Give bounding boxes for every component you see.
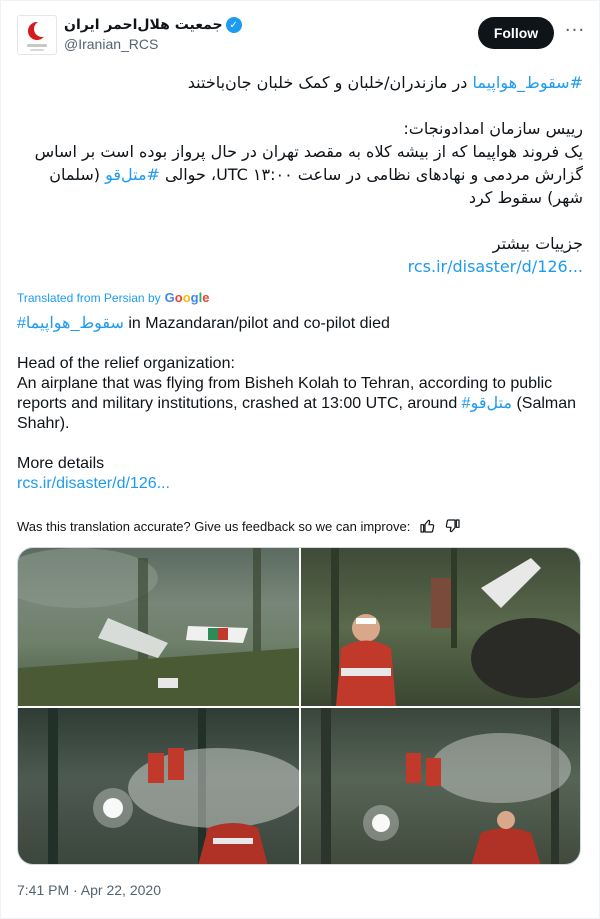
photo-rescuers-flashlight[interactable] <box>301 708 580 864</box>
en-more-details: More details <box>17 455 105 472</box>
media-grid <box>17 547 581 865</box>
thumbs-down-icon[interactable] <box>444 517 462 535</box>
fa-more-details: جزییات بیشتر <box>492 234 583 253</box>
author-handle[interactable]: @Iranian_RCS <box>64 36 242 52</box>
author-names: جمعیت هلال‌احمر ایران ✓ @Iranian_RCS <box>64 15 242 52</box>
hashtag-link[interactable]: #متل‌قو <box>105 165 160 184</box>
display-name-text[interactable]: جمعیت هلال‌احمر ایران <box>64 17 223 33</box>
follow-button[interactable]: Follow <box>478 17 554 49</box>
tweet-card: جمعیت هلال‌احمر ایران ✓ @Iranian_RCS Fol… <box>0 0 600 919</box>
translation-feedback: Was this translation accurate? Give us f… <box>17 517 462 535</box>
author-display-name[interactable]: جمعیت هلال‌احمر ایران ✓ <box>64 15 242 35</box>
details-link[interactable]: rcs.ir/disaster/d/126... <box>408 257 583 276</box>
hashtag-link[interactable]: #سقوط_هواپیما <box>472 73 583 92</box>
tweet-text-persian: #سقوط_هواپیما در مازندران/خلبان و کمک خل… <box>15 71 583 278</box>
details-link[interactable]: rcs.ir/disaster/d/126... <box>17 475 170 492</box>
feedback-question: Was this translation accurate? Give us f… <box>17 518 411 534</box>
thumbs-up-icon[interactable] <box>418 517 436 535</box>
photo-plane-wreck[interactable] <box>18 548 299 706</box>
photo-rescuers-smoke[interactable] <box>18 708 299 864</box>
verified-badge-icon[interactable]: ✓ <box>225 17 242 33</box>
tweet-timestamp[interactable]: 7:41 PM · Apr 22, 2020 <box>17 882 161 898</box>
en-paragraph: An airplane that was flying from Bisheh … <box>17 375 577 432</box>
fa-line-1: #سقوط_هواپیما در مازندران/خلبان و کمک خل… <box>187 73 583 92</box>
fa-paragraph: یک فروند هواپیما که از بیشه کلاه به مقصد… <box>34 142 583 207</box>
hashtag-link[interactable]: #متل‌قو <box>462 395 512 412</box>
more-options-icon[interactable]: ··· <box>563 21 587 45</box>
fa-paragraph-head: رییس سازمان امدادونجات: <box>403 119 583 138</box>
avatar[interactable] <box>17 15 57 55</box>
translated-label: Translated from Persian by <box>17 290 161 305</box>
en-line-1: #سقوط_هواپیما in Mazandaran/pilot and co… <box>17 315 390 332</box>
photo-rescuer-at-wreck[interactable] <box>301 548 580 706</box>
red-crescent-logo-icon <box>28 20 50 40</box>
translation-attribution[interactable]: Translated from Persian by Google <box>17 290 209 305</box>
google-logo: Google <box>164 290 210 305</box>
en-paragraph-head: Head of the relief organization: <box>17 355 235 372</box>
tweet-header: جمعیت هلال‌احمر ایران ✓ @Iranian_RCS Fol… <box>17 13 585 61</box>
tweet-text-translated: #سقوط_هواپیما in Mazandaran/pilot and co… <box>17 314 585 494</box>
hashtag-link[interactable]: #سقوط_هواپیما <box>17 315 124 332</box>
